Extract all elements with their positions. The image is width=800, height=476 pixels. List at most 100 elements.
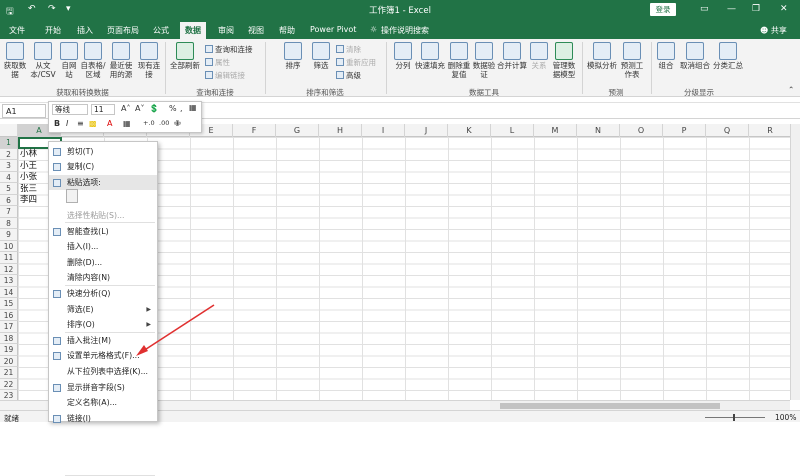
tab-home[interactable]: 开始 xyxy=(45,25,61,36)
row-header-22[interactable]: 22 xyxy=(0,378,18,390)
row-header-21[interactable]: 21 xyxy=(0,367,18,379)
ungroup-button[interactable]: 取消组合 xyxy=(677,42,713,70)
refresh-all-button[interactable]: 全部刷新 xyxy=(170,42,200,70)
column-header-f[interactable]: F xyxy=(233,124,276,137)
advanced-filter-button[interactable]: 高级 xyxy=(336,70,361,81)
save-icon[interactable]: 🖫 xyxy=(6,4,14,20)
comma-style-icon[interactable]: , xyxy=(180,104,183,113)
column-header-r[interactable]: R xyxy=(749,124,792,137)
from-text-csv-button[interactable]: 从文本/CSV xyxy=(28,42,58,79)
close-button[interactable]: ✕ xyxy=(780,4,788,14)
menu-item-10[interactable]: 筛选(E) ▶ xyxy=(49,302,157,318)
row-header-4[interactable]: 4 xyxy=(0,171,18,183)
data-validation-button[interactable]: 数据验证 xyxy=(472,42,496,79)
name-box[interactable]: A1 xyxy=(2,104,46,118)
row-header-5[interactable]: 5 xyxy=(0,183,18,195)
increase-decimal-icon[interactable]: +.0 xyxy=(143,119,155,127)
subtotal-button[interactable]: 分类汇总 xyxy=(713,42,743,70)
ribbon-display-icon[interactable]: ▭ xyxy=(700,4,709,14)
row-header-9[interactable]: 9 xyxy=(0,229,18,241)
menu-item-17[interactable]: 链接(I) xyxy=(49,411,157,427)
menu-item-1[interactable]: 复制(C) xyxy=(49,159,157,175)
borders-icon[interactable]: ▦ xyxy=(123,119,131,128)
column-header-n[interactable]: N xyxy=(577,124,620,137)
row-header-20[interactable]: 20 xyxy=(0,355,18,367)
from-web-button[interactable]: 自网站 xyxy=(59,42,79,79)
row-header-23[interactable]: 23 xyxy=(0,390,18,400)
menu-item-8[interactable]: 清除内容(N) xyxy=(49,270,157,286)
what-if-analysis-button[interactable]: 模拟分析 xyxy=(586,42,618,70)
column-header-j[interactable]: J xyxy=(405,124,448,137)
row-header-1[interactable]: 1 xyxy=(0,137,18,149)
clear-filter-button[interactable]: 清除 xyxy=(336,44,361,55)
menu-item-14[interactable]: 从下拉列表中选择(K)... xyxy=(49,364,157,380)
filter-button[interactable]: 筛选 xyxy=(309,42,333,70)
row-header-3[interactable]: 3 xyxy=(0,160,18,172)
column-header-i[interactable]: I xyxy=(362,124,405,137)
consolidate-button[interactable]: 合并计算 xyxy=(496,42,528,70)
row-header-18[interactable]: 18 xyxy=(0,332,18,344)
row-header-6[interactable]: 6 xyxy=(0,194,18,206)
vertical-scrollbar[interactable] xyxy=(790,124,800,400)
redo-icon[interactable]: ↷ xyxy=(48,4,56,14)
row-header-12[interactable]: 12 xyxy=(0,263,18,275)
paste-option-icon[interactable] xyxy=(66,189,78,203)
menu-item-11[interactable]: 排序(O) ▶ xyxy=(49,317,157,333)
get-data-button[interactable]: 获取数据 xyxy=(3,42,27,79)
column-header-p[interactable]: P xyxy=(663,124,706,137)
font-color-icon[interactable]: A xyxy=(107,119,112,128)
menu-item-12[interactable]: 插入批注(M) xyxy=(49,333,157,349)
row-header-2[interactable]: 2 xyxy=(0,148,18,160)
edit-links-button[interactable]: 编辑链接 xyxy=(205,70,245,81)
column-header-h[interactable]: H xyxy=(319,124,362,137)
percent-style-icon[interactable]: % xyxy=(169,104,177,113)
tab-help[interactable]: 帮助 xyxy=(279,25,295,36)
reapply-button[interactable]: 重新应用 xyxy=(336,57,376,68)
minimize-button[interactable]: — xyxy=(727,4,736,14)
tab-insert[interactable]: 插入 xyxy=(77,25,93,36)
row-header-15[interactable]: 15 xyxy=(0,298,18,310)
italic-icon[interactable]: I xyxy=(66,119,68,128)
menu-item-15[interactable]: 显示拼音字段(S) xyxy=(49,380,157,396)
horizontal-scrollbar[interactable] xyxy=(490,400,790,410)
sort-button[interactable]: 排序 xyxy=(281,42,305,70)
flash-fill-button[interactable]: 快速填充 xyxy=(414,42,446,70)
menu-item-9[interactable]: 快速分析(Q) xyxy=(49,286,157,302)
tab-data[interactable]: 数据 xyxy=(180,22,206,39)
cell-a2[interactable]: 小林 xyxy=(20,149,37,160)
column-header-q[interactable]: Q xyxy=(706,124,749,137)
collapse-ribbon-icon[interactable]: ⌃ xyxy=(788,85,794,94)
row-header-16[interactable]: 16 xyxy=(0,309,18,321)
manage-data-model-button[interactable]: 管理数据模型 xyxy=(551,42,577,79)
column-header-l[interactable]: L xyxy=(491,124,534,137)
tab-page-layout[interactable]: 页面布局 xyxy=(107,25,139,36)
menu-item-0[interactable]: 剪切(T) xyxy=(49,144,157,160)
row-header-14[interactable]: 14 xyxy=(0,286,18,298)
zoom-slider-knob[interactable] xyxy=(733,414,735,421)
column-header-g[interactable]: G xyxy=(276,124,319,137)
currency-format-icon[interactable]: 💲 xyxy=(149,104,159,113)
scroll-thumb[interactable] xyxy=(500,403,720,409)
login-button[interactable]: 登录 xyxy=(650,3,676,16)
row-header-10[interactable]: 10 xyxy=(0,240,18,252)
cell-a6[interactable]: 李四 xyxy=(20,195,37,206)
tab-formulas[interactable]: 公式 xyxy=(153,25,169,36)
menu-item-13[interactable]: 设置单元格格式(F)... xyxy=(49,348,157,364)
share-button[interactable]: ☻ 共享 xyxy=(760,25,787,36)
text-to-columns-button[interactable]: 分列 xyxy=(392,42,414,70)
align-icon[interactable]: ≡ xyxy=(77,119,84,128)
tab-file[interactable]: 文件 xyxy=(9,25,25,36)
cell-a4[interactable]: 小张 xyxy=(20,172,37,183)
tab-view[interactable]: 视图 xyxy=(248,25,264,36)
restore-button[interactable]: ❐ xyxy=(752,4,760,14)
row-header-19[interactable]: 19 xyxy=(0,344,18,356)
decrease-font-icon[interactable]: A˅ xyxy=(135,104,144,113)
decrease-decimal-icon[interactable]: .00 xyxy=(159,119,169,127)
fill-color-icon[interactable]: ▩ xyxy=(89,119,97,128)
tell-me-search[interactable]: 操作说明搜索 xyxy=(381,25,429,36)
existing-connections-button[interactable]: 现有连接 xyxy=(137,42,161,79)
row-header-7[interactable]: 7 xyxy=(0,206,18,218)
column-header-o[interactable]: O xyxy=(620,124,663,137)
zoom-slider[interactable] xyxy=(705,417,765,418)
column-header-k[interactable]: K xyxy=(448,124,491,137)
